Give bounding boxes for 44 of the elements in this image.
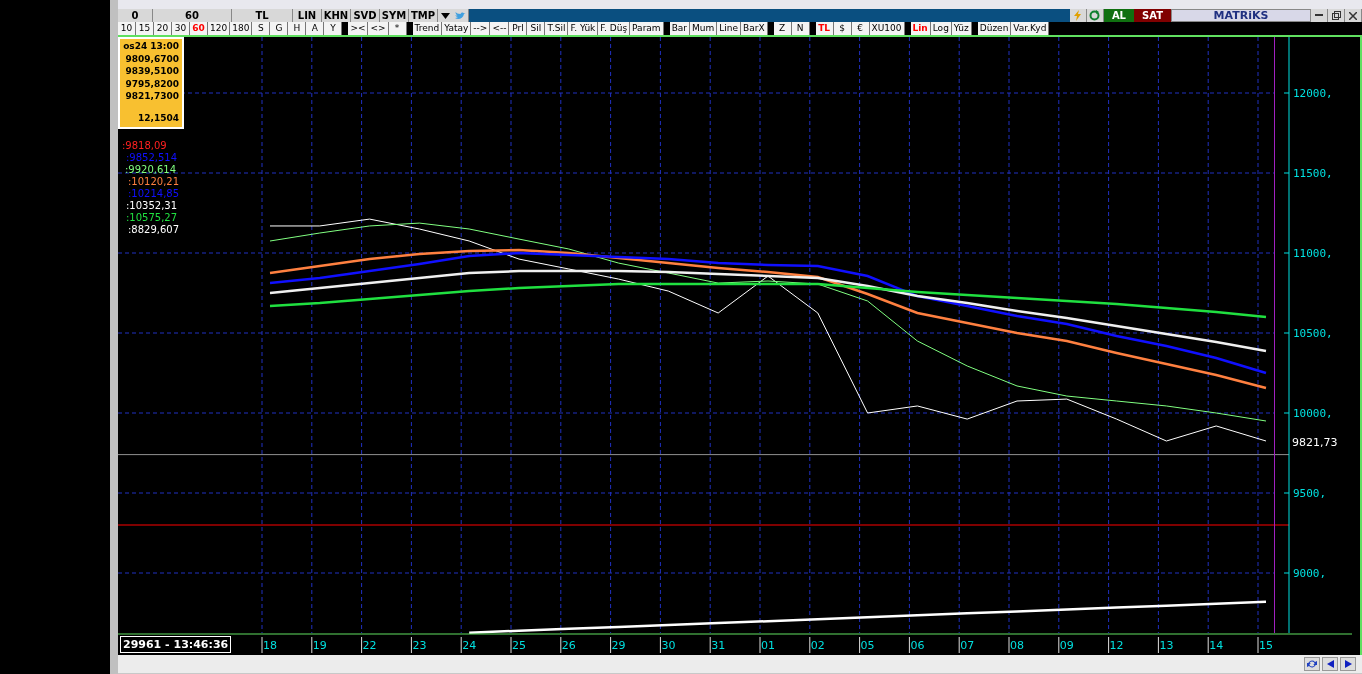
axis-label: 9000, [1293, 567, 1327, 580]
time-display: 29961 - 13:46:36 [120, 636, 232, 653]
date-label: 29 [611, 639, 626, 652]
info-text: 9821,7300 [125, 91, 179, 101]
date-label: 15 [1259, 639, 1273, 652]
legend-value: :8829,607 [128, 224, 180, 235]
info-text: 12,1504 [138, 113, 179, 123]
date-label: 25 [512, 639, 526, 652]
date-label: 31 [711, 639, 726, 652]
date-label: 19 [312, 639, 327, 652]
axis-label: 10000, [1293, 407, 1333, 420]
legend-value: :10352,31 [126, 200, 178, 211]
date-label: 24 [462, 639, 477, 652]
legend-value: :9920,614 [125, 164, 177, 175]
legend-value: :10575,27 [126, 212, 178, 223]
date-label: 23 [412, 639, 427, 652]
info-text: 9809,6700 [125, 53, 179, 64]
date-label: 05 [860, 639, 875, 652]
axis-label: 11000, [1293, 247, 1333, 260]
date-label: 22 [362, 639, 377, 652]
info-text: 9839,5100 [125, 66, 179, 76]
date-label: 12 [1109, 639, 1124, 652]
date-label: 02 [810, 639, 825, 652]
date-label: 18 [263, 639, 277, 652]
date-label: 06 [910, 639, 925, 652]
axis-label: 12000, [1293, 87, 1333, 100]
date-label: 30 [661, 639, 676, 652]
axis-label: 10500, [1293, 327, 1333, 340]
date-label: 09 [1059, 639, 1074, 652]
legend-value: :9818,09 [122, 140, 167, 151]
date-label: 14 [1209, 639, 1224, 652]
legend-value: :10214,85 [128, 188, 180, 199]
legend-value: :10120,21 [128, 176, 180, 187]
date-label: 26 [561, 639, 576, 652]
price-label: 9821,73 [1292, 436, 1338, 449]
legend-value: :9852,514 [126, 152, 178, 163]
axis-label: 11500, [1293, 167, 1333, 180]
axis-label: 9500, [1293, 487, 1327, 500]
date-label: 08 [1010, 639, 1024, 652]
info-text: os24 13:00 [123, 41, 179, 51]
info-text: 9795,8200 [125, 78, 179, 89]
date-label: 13 [1159, 639, 1174, 652]
date-label: 01 [761, 639, 775, 652]
date-label: 07 [960, 639, 975, 652]
